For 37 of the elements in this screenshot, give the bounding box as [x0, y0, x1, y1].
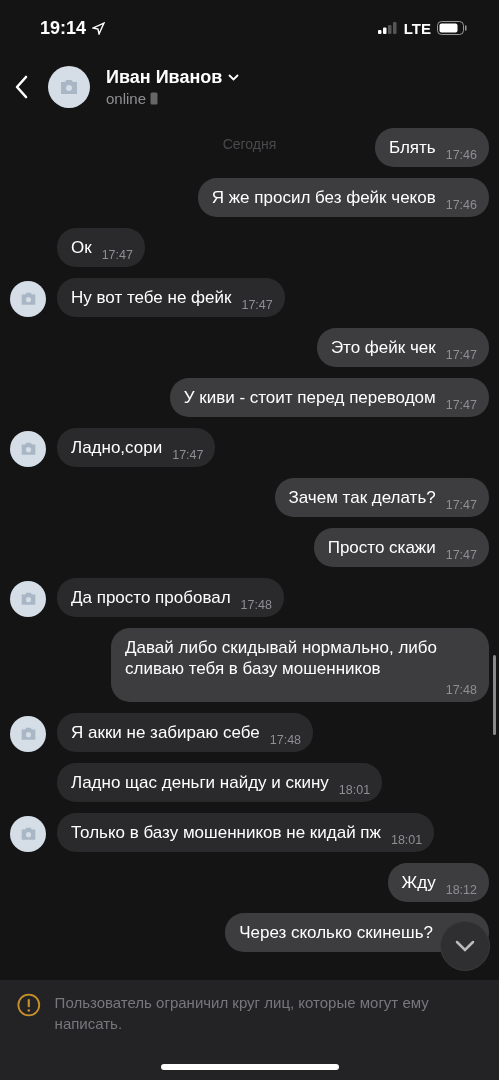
message-time: 17:47	[445, 398, 477, 412]
message-time: 17:47	[101, 248, 133, 262]
message-time: 18:12	[445, 883, 477, 897]
message-time: 17:46	[445, 148, 477, 162]
message-text: Я же просил без фейк чеков	[211, 187, 436, 208]
message-text: Жду	[401, 872, 436, 893]
message-text: Давай либо скидывай нормально, либо сливаю тебя в базу мошенников	[125, 637, 438, 679]
message-text: Ладно,сори	[71, 437, 163, 458]
message-text: Зачем так делать?	[288, 487, 436, 508]
message-time: 17:46	[445, 198, 477, 212]
message-text: У киви - стоит перед переводом	[183, 387, 436, 408]
clock-time: 19:14	[40, 17, 87, 39]
message-text: Я акки не забираю себе	[71, 722, 260, 743]
network-label: LTE	[403, 19, 431, 37]
message-time: 17:47	[172, 448, 204, 462]
message-text: Через сколько скинешь?	[239, 922, 433, 943]
message-time: 17:47	[445, 548, 477, 562]
message-time: 18:01	[390, 833, 423, 847]
message-time: 17:48	[269, 733, 302, 747]
message-text: Да просто пробовал	[71, 587, 231, 608]
message-text: Ладно щас деньги найду и скину	[71, 772, 329, 793]
restriction-notice: Пользователь ограничил круг лиц, которые могут ему написать.	[54, 993, 430, 1034]
contact-name[interactable]: Иван Иванов	[106, 67, 240, 88]
date-separator: Сегодня	[222, 136, 277, 152]
message-time: 17:47	[445, 498, 477, 512]
message-text: Ну вот тебе не фейк	[71, 287, 232, 308]
message-text: Только в базу мошенников не кидай пж	[71, 822, 381, 843]
message-time: 17:48	[240, 598, 272, 612]
message-text: Просто скажи	[327, 537, 436, 558]
message-time: 17:48	[445, 683, 477, 697]
message-time: 17:47	[445, 348, 477, 362]
message-time: 17:47	[241, 298, 273, 312]
message-text: Блять	[389, 137, 436, 158]
message-time: 18:01	[338, 783, 371, 797]
message-text: Ок	[71, 237, 92, 258]
online-status: online	[106, 90, 147, 107]
message-text: Это фейк чек	[330, 337, 436, 358]
